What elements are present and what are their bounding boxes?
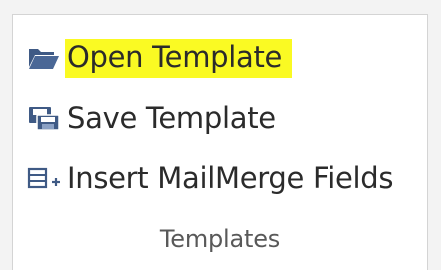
folder-open-icon [27, 43, 63, 73]
insert-mailmerge-fields-button[interactable]: Insert MailMerge Fields [27, 155, 394, 201]
insert-fields-icon [27, 163, 63, 193]
save-template-label: Save Template [67, 100, 276, 135]
save-template-icon [27, 103, 63, 133]
insert-mailmerge-fields-label: Insert MailMerge Fields [67, 160, 394, 195]
open-template-button[interactable]: Open Template [27, 35, 293, 81]
open-template-label: Open Template [65, 38, 293, 78]
save-template-button[interactable]: Save Template [27, 95, 276, 141]
templates-ribbon-group: Open Template Save Template Insert MailM [12, 14, 428, 270]
ribbon-group-label: Templates [159, 225, 281, 253]
